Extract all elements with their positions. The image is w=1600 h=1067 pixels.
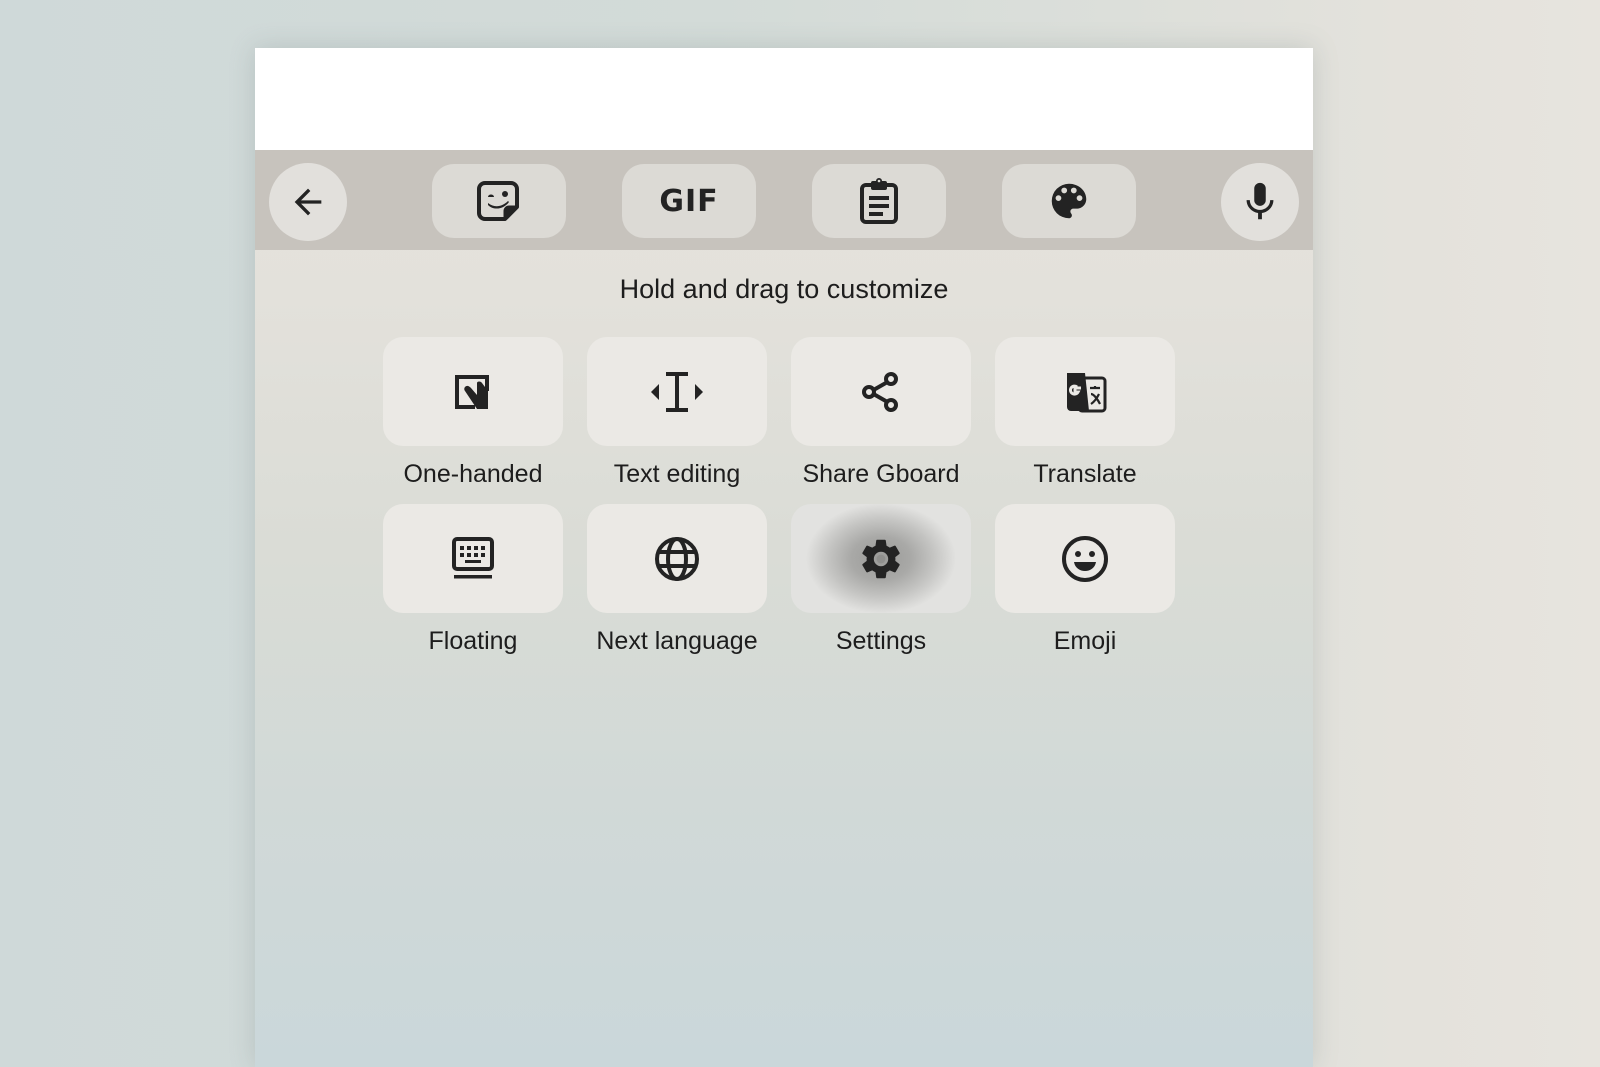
tile-next-language[interactable]: Next language: [587, 504, 767, 671]
keyboard-toolbar: GIF: [255, 150, 1313, 250]
tile-emoji[interactable]: Emoji: [995, 504, 1175, 671]
tile-label: Floating: [428, 627, 518, 655]
clipboard-button[interactable]: [812, 164, 946, 238]
back-button[interactable]: [269, 163, 347, 241]
sticker-icon: [475, 177, 523, 225]
globe-icon: [653, 535, 701, 583]
arrow-left-icon: [288, 182, 328, 222]
emoji-icon: [1060, 534, 1110, 584]
tile-settings[interactable]: Settings: [791, 504, 971, 671]
floating-button[interactable]: [383, 504, 563, 613]
tile-translate[interactable]: Translate: [995, 337, 1175, 504]
tile-one-handed[interactable]: One-handed: [383, 337, 563, 504]
tile-label: Translate: [1033, 460, 1137, 488]
tile-label: Share Gboard: [802, 460, 960, 488]
gif-label: GIF: [659, 183, 719, 219]
one-handed-icon: [450, 369, 496, 415]
tile-label: One-handed: [403, 460, 543, 488]
palette-icon: [1046, 178, 1092, 224]
tile-text-editing[interactable]: Text editing: [587, 337, 767, 504]
tile-label: Settings: [835, 627, 927, 655]
tile-share-gboard[interactable]: Share Gboard: [791, 337, 971, 504]
keyboard-screen: GIF Hold and drag to customize One-hande…: [255, 48, 1313, 1067]
gif-button[interactable]: GIF: [622, 164, 756, 238]
floating-keyboard-icon: [450, 536, 496, 582]
translate-icon: [1061, 368, 1109, 416]
text-input-field[interactable]: [255, 48, 1313, 150]
share-gboard-button[interactable]: [791, 337, 971, 446]
settings-button[interactable]: [791, 504, 971, 613]
tile-label: Text editing: [613, 460, 741, 488]
translate-button[interactable]: [995, 337, 1175, 446]
voice-input-button[interactable]: [1221, 163, 1299, 241]
tile-floating[interactable]: Floating: [383, 504, 563, 671]
one-handed-button[interactable]: [383, 337, 563, 446]
stickers-button[interactable]: [432, 164, 566, 238]
text-cursor-icon: [649, 369, 705, 415]
tile-label: Next language: [596, 627, 758, 655]
text-editing-button[interactable]: [587, 337, 767, 446]
shortcut-grid: One-handed Text editing Share Gboard Tra…: [383, 337, 1175, 671]
next-language-button[interactable]: [587, 504, 767, 613]
share-icon: [858, 369, 904, 415]
clipboard-icon: [857, 177, 901, 225]
tile-label: Emoji: [1053, 627, 1117, 655]
microphone-icon: [1237, 179, 1283, 225]
customize-hint: Hold and drag to customize: [619, 274, 949, 304]
themes-button[interactable]: [1002, 164, 1136, 238]
gear-icon: [857, 535, 905, 583]
emoji-button[interactable]: [995, 504, 1175, 613]
